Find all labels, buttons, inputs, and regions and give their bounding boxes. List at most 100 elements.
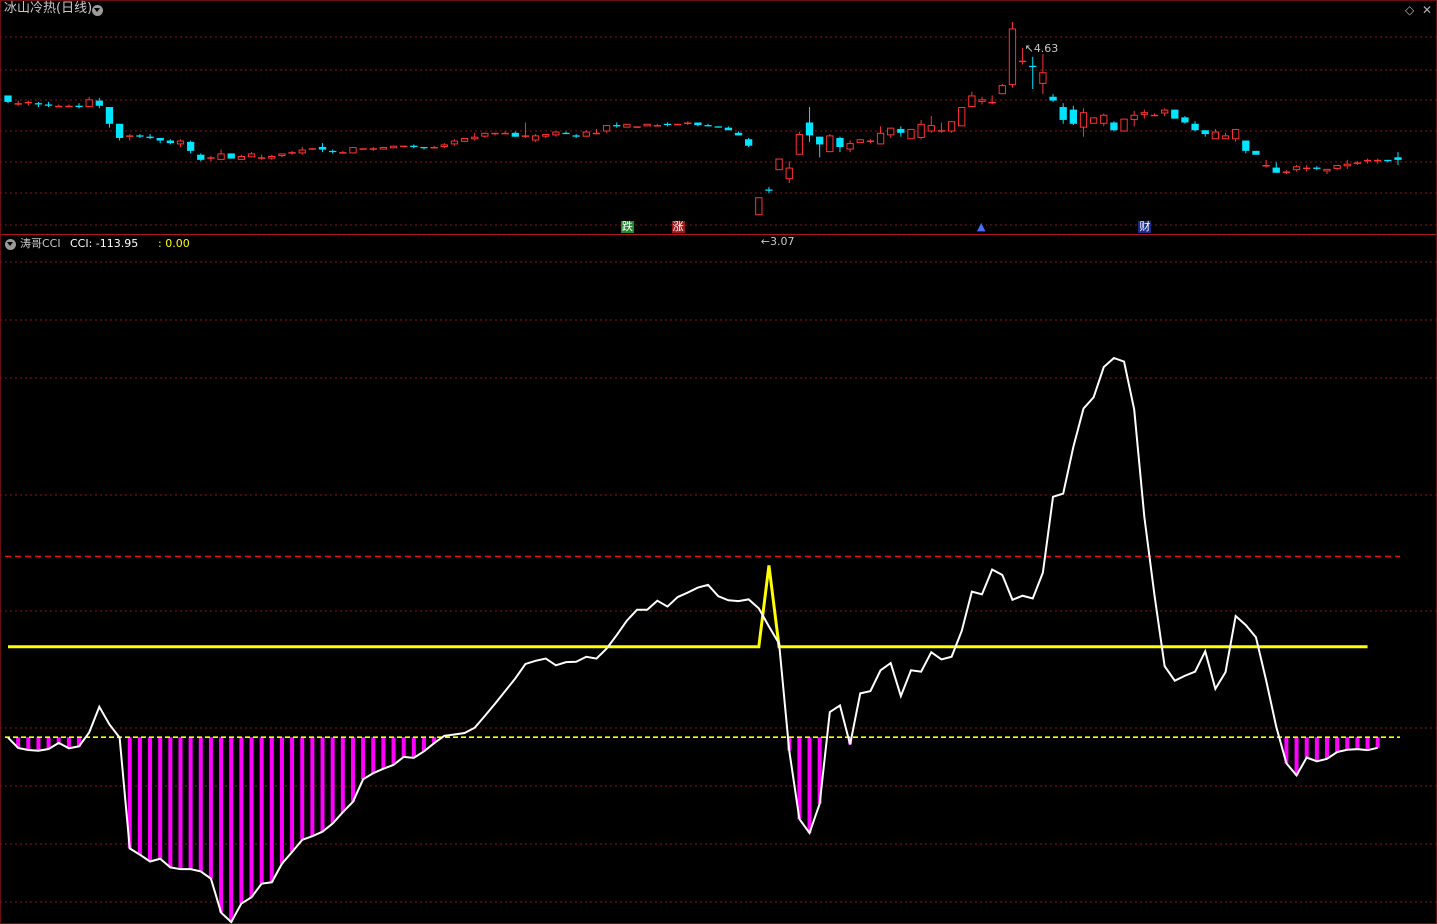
cci-bar: [188, 737, 193, 870]
candle-body: [349, 146, 357, 154]
candle-body: [887, 127, 895, 136]
cci-bar: [1355, 737, 1360, 750]
candle: [775, 158, 783, 171]
candle: [379, 146, 388, 150]
candle: [856, 139, 864, 144]
candle-body: [836, 137, 844, 147]
candle-body: [359, 148, 367, 150]
candle-body: [745, 139, 753, 146]
candle-body: [268, 155, 276, 159]
candle-body: [623, 123, 631, 128]
candle-body: [816, 136, 824, 145]
candle-body: [643, 123, 651, 127]
candle-body: [1262, 165, 1270, 167]
candle: [866, 139, 875, 144]
candle: [937, 122, 946, 133]
candle: [176, 139, 185, 147]
candle-body: [430, 146, 438, 149]
candle: [785, 161, 793, 184]
candle-body: [85, 99, 93, 108]
candle-body: [1039, 72, 1047, 84]
candle-body: [876, 132, 885, 145]
candle-body: [55, 105, 63, 108]
cci-bar: [320, 737, 325, 832]
candle: [958, 107, 966, 127]
candle-body: [146, 136, 154, 138]
candle: [156, 137, 164, 144]
candle: [826, 134, 834, 153]
candle-body: [1272, 167, 1280, 173]
candle: [633, 126, 641, 128]
candle: [1110, 121, 1118, 132]
cci-line: [7, 356, 1378, 924]
candle: [673, 123, 682, 126]
candle-body: [1120, 118, 1128, 132]
signal-marker: 涨: [671, 220, 685, 233]
cci-bar: [168, 737, 173, 868]
candle-body: [1292, 166, 1301, 171]
candle: [237, 154, 246, 160]
candle-body: [501, 132, 509, 135]
candle: [1374, 158, 1382, 164]
title-dropdown-icon[interactable]: [92, 5, 103, 16]
candle: [1140, 109, 1149, 119]
candle: [440, 143, 448, 149]
cci-bar: [208, 737, 213, 879]
candle: [947, 121, 956, 133]
candle-body: [542, 134, 550, 137]
candle-body: [176, 140, 185, 145]
candle: [552, 131, 560, 137]
grid-lines: [0, 0, 1437, 924]
candle-body: [1242, 140, 1250, 151]
candle-body: [511, 132, 519, 137]
candle-body: [24, 101, 32, 104]
candle: [359, 148, 367, 150]
candle-body: [14, 103, 22, 105]
candle-body: [1059, 107, 1067, 120]
cci-bar: [259, 737, 264, 884]
candle-body: [420, 146, 428, 149]
candle: [1029, 56, 1037, 90]
candle-body: [937, 130, 946, 132]
candle: [1069, 105, 1077, 126]
cci-bar: [229, 737, 234, 923]
candle-body: [1089, 117, 1098, 124]
candle: [126, 134, 134, 141]
candle: [1343, 159, 1351, 169]
candle: [582, 130, 590, 137]
candle: [146, 134, 154, 140]
close-icon[interactable]: ✕: [1422, 3, 1432, 17]
candle-body: [1130, 114, 1138, 120]
candle-body: [531, 135, 540, 141]
candle: [542, 134, 550, 138]
candle: [765, 186, 773, 194]
line2-value-label: : 0.00: [158, 237, 190, 250]
candle-body: [633, 126, 641, 128]
candle-body: [450, 140, 459, 145]
candle-body: [958, 107, 966, 127]
candle: [694, 122, 702, 127]
cci-bar: [300, 737, 305, 840]
candle: [1191, 121, 1199, 132]
diamond-icon[interactable]: ◇: [1405, 3, 1414, 17]
candle: [227, 153, 235, 159]
candle: [308, 148, 317, 150]
candle-body: [734, 132, 743, 136]
cci-bar: [198, 737, 203, 872]
candle-body: [1343, 163, 1351, 167]
candle: [1363, 158, 1372, 164]
indicator-dropdown-icon[interactable]: [5, 239, 16, 250]
candle: [1079, 108, 1088, 137]
candle-body: [1191, 123, 1199, 131]
candle-body: [166, 140, 174, 144]
candle: [450, 139, 459, 146]
candle: [816, 136, 824, 158]
candle: [795, 131, 804, 155]
candle-body: [410, 145, 418, 147]
candle-body: [156, 137, 164, 141]
candle: [1323, 168, 1331, 175]
candle-body: [602, 125, 611, 132]
candle: [521, 122, 530, 138]
cci-bar: [1375, 737, 1380, 748]
candle-body: [765, 189, 773, 191]
